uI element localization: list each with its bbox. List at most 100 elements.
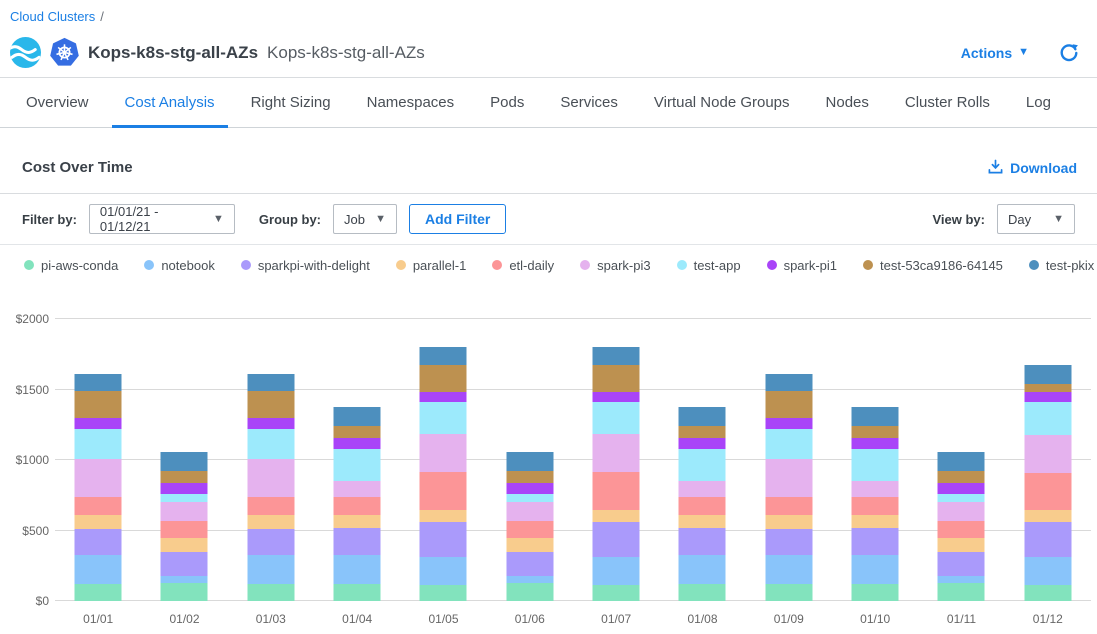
bar-segment-test-53ca9186-64145[interactable] (506, 471, 553, 483)
bar-segment-spark-pi3[interactable] (506, 502, 553, 522)
stacked-bar-01-03[interactable] (247, 374, 294, 601)
bar-segment-notebook[interactable] (765, 555, 812, 585)
tab-cost-analysis[interactable]: Cost Analysis (112, 94, 228, 128)
bar-segment-spark-pi3[interactable] (334, 481, 381, 498)
bar-segment-pi-aws-conda[interactable] (852, 584, 899, 601)
bar-segment-spark-pi3[interactable] (420, 434, 467, 472)
bar-segment-spark-pi1[interactable] (75, 418, 122, 429)
bar-segment-test-pkix[interactable] (420, 347, 467, 365)
view-by-select[interactable]: Day ▼ (997, 204, 1075, 234)
bar-segment-test-pkix[interactable] (75, 374, 122, 391)
bar-segment-etl-daily[interactable] (593, 472, 640, 510)
bar-segment-parallel-1[interactable] (1024, 510, 1071, 522)
stacked-bar-01-11[interactable] (938, 452, 985, 601)
bar-segment-parallel-1[interactable] (506, 538, 553, 552)
bar-segment-pi-aws-conda[interactable] (506, 583, 553, 601)
bar-segment-notebook[interactable] (938, 576, 985, 583)
bar-segment-test-pkix[interactable] (334, 407, 381, 426)
bar-segment-test-app[interactable] (334, 449, 381, 481)
bar-segment-spark-pi1[interactable] (593, 392, 640, 402)
bar-segment-spark-pi1[interactable] (765, 418, 812, 429)
bar-segment-test-53ca9186-64145[interactable] (247, 391, 294, 419)
bar-segment-etl-daily[interactable] (679, 497, 726, 515)
bar-segment-sparkpi-with-delight[interactable] (852, 528, 899, 554)
legend-item-spark-pi1[interactable]: spark-pi1 (767, 258, 837, 273)
bar-segment-etl-daily[interactable] (334, 497, 381, 515)
bar-segment-sparkpi-with-delight[interactable] (679, 528, 726, 554)
stacked-bar-01-10[interactable] (852, 407, 899, 601)
bar-segment-sparkpi-with-delight[interactable] (247, 529, 294, 554)
stacked-bar-01-12[interactable] (1024, 365, 1071, 601)
legend-item-test-pkix[interactable]: test-pkix (1029, 258, 1094, 273)
bar-segment-parallel-1[interactable] (593, 510, 640, 522)
actions-button[interactable]: Actions ▼ (961, 45, 1029, 61)
bar-segment-pi-aws-conda[interactable] (679, 584, 726, 601)
stacked-bar-01-04[interactable] (334, 407, 381, 601)
bar-segment-pi-aws-conda[interactable] (593, 585, 640, 601)
bar-segment-sparkpi-with-delight[interactable] (765, 529, 812, 554)
tab-services[interactable]: Services (547, 94, 631, 128)
bar-segment-test-pkix[interactable] (161, 452, 208, 471)
bar-segment-test-pkix[interactable] (852, 407, 899, 426)
group-by-select[interactable]: Job ▼ (333, 204, 397, 234)
bar-segment-etl-daily[interactable] (938, 521, 985, 538)
legend-item-sparkpi-with-delight[interactable]: sparkpi-with-delight (241, 258, 370, 273)
bar-segment-spark-pi1[interactable] (506, 483, 553, 494)
bar-segment-test-app[interactable] (938, 494, 985, 502)
bar-segment-test-53ca9186-64145[interactable] (1024, 384, 1071, 392)
bar-segment-test-53ca9186-64145[interactable] (938, 471, 985, 483)
bar-segment-notebook[interactable] (247, 555, 294, 585)
legend-item-pi-aws-conda[interactable]: pi-aws-conda (24, 258, 118, 273)
stacked-bar-01-01[interactable] (75, 374, 122, 601)
bar-segment-spark-pi1[interactable] (420, 392, 467, 402)
stacked-bar-01-09[interactable] (765, 374, 812, 601)
tab-pods[interactable]: Pods (477, 94, 537, 128)
bar-segment-notebook[interactable] (593, 557, 640, 585)
bar-segment-spark-pi3[interactable] (247, 459, 294, 497)
bar-segment-notebook[interactable] (75, 555, 122, 585)
stacked-bar-01-02[interactable] (161, 452, 208, 601)
tab-nodes[interactable]: Nodes (813, 94, 882, 128)
bar-segment-etl-daily[interactable] (765, 497, 812, 515)
bar-segment-test-app[interactable] (593, 402, 640, 434)
bar-segment-spark-pi3[interactable] (679, 481, 726, 498)
bar-segment-test-app[interactable] (75, 429, 122, 459)
bar-segment-test-pkix[interactable] (247, 374, 294, 391)
bar-segment-test-53ca9186-64145[interactable] (75, 391, 122, 419)
bar-segment-test-app[interactable] (765, 429, 812, 459)
tab-log[interactable]: Log (1013, 94, 1064, 128)
bar-segment-notebook[interactable] (420, 557, 467, 585)
bar-segment-test-53ca9186-64145[interactable] (852, 426, 899, 438)
bar-segment-sparkpi-with-delight[interactable] (593, 522, 640, 557)
bar-segment-parallel-1[interactable] (75, 515, 122, 529)
bar-segment-spark-pi3[interactable] (161, 502, 208, 522)
bar-segment-parallel-1[interactable] (334, 515, 381, 528)
bar-segment-parallel-1[interactable] (765, 515, 812, 529)
bar-segment-etl-daily[interactable] (161, 521, 208, 538)
download-button[interactable]: Download (988, 159, 1077, 177)
legend-item-test-app[interactable]: test-app (677, 258, 741, 273)
bar-segment-test-pkix[interactable] (593, 347, 640, 365)
bar-segment-pi-aws-conda[interactable] (1024, 585, 1071, 601)
legend-item-test-53ca9186-64145[interactable]: test-53ca9186-64145 (863, 258, 1003, 273)
legend-item-parallel-1[interactable]: parallel-1 (396, 258, 466, 273)
bar-segment-sparkpi-with-delight[interactable] (1024, 522, 1071, 557)
bar-segment-test-53ca9186-64145[interactable] (765, 391, 812, 419)
bar-segment-parallel-1[interactable] (679, 515, 726, 528)
bar-segment-notebook[interactable] (852, 555, 899, 585)
bar-segment-spark-pi3[interactable] (593, 434, 640, 472)
legend-item-spark-pi3[interactable]: spark-pi3 (580, 258, 650, 273)
bar-segment-notebook[interactable] (1024, 557, 1071, 585)
bar-segment-spark-pi1[interactable] (161, 483, 208, 494)
add-filter-button[interactable]: Add Filter (409, 204, 506, 234)
bar-segment-spark-pi1[interactable] (247, 418, 294, 429)
bar-segment-pi-aws-conda[interactable] (247, 584, 294, 601)
bar-segment-etl-daily[interactable] (420, 472, 467, 510)
bar-segment-test-app[interactable] (161, 494, 208, 502)
bar-segment-spark-pi3[interactable] (1024, 435, 1071, 474)
bar-segment-spark-pi1[interactable] (679, 438, 726, 449)
bar-segment-parallel-1[interactable] (420, 510, 467, 522)
bar-segment-test-app[interactable] (679, 449, 726, 481)
bar-segment-test-app[interactable] (1024, 402, 1071, 434)
bar-segment-test-app[interactable] (852, 449, 899, 481)
